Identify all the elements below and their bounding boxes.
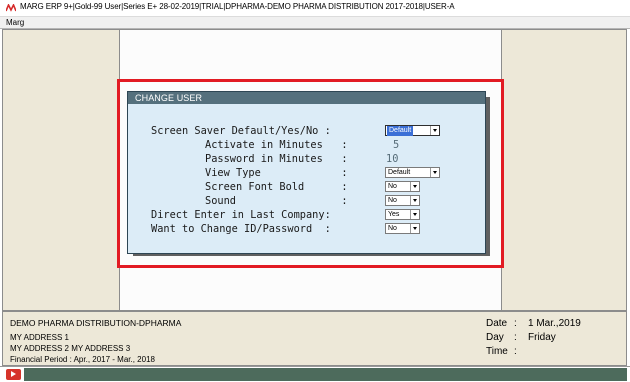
address-line-1: MY ADDRESS 1 — [10, 333, 69, 342]
address-line-2: MY ADDRESS 2 MY ADDRESS 3 — [10, 344, 131, 353]
financial-period: Financial Period : Apr., 2017 - Mar., 20… — [10, 355, 155, 364]
window-titlebar: MARG ERP 9+|Gold-99 User|Series E+ 28-02… — [0, 0, 630, 17]
menu-item-marg[interactable]: Marg — [6, 18, 24, 27]
date-colon: : — [514, 318, 517, 329]
marg-app-icon — [6, 4, 16, 12]
day-label: Day — [486, 332, 504, 343]
time-label: Time — [486, 346, 508, 357]
play-icon[interactable] — [6, 369, 21, 380]
bottom-taskbar — [0, 366, 630, 382]
day-value: Friday — [528, 332, 556, 343]
time-colon: : — [514, 346, 517, 357]
company-name: DEMO PHARMA DISTRIBUTION-DPHARMA — [10, 318, 182, 328]
window-title: MARG ERP 9+|Gold-99 User|Series E+ 28-02… — [20, 2, 455, 11]
menu-bar: Marg — [0, 17, 630, 29]
right-panel — [501, 29, 627, 311]
day-colon: : — [514, 332, 517, 343]
date-label: Date — [486, 318, 508, 329]
taskbar-strip — [24, 368, 627, 381]
highlight-rectangle — [117, 79, 504, 268]
left-panel — [2, 29, 120, 311]
date-value: 1 Mar.,2019 — [528, 318, 581, 329]
